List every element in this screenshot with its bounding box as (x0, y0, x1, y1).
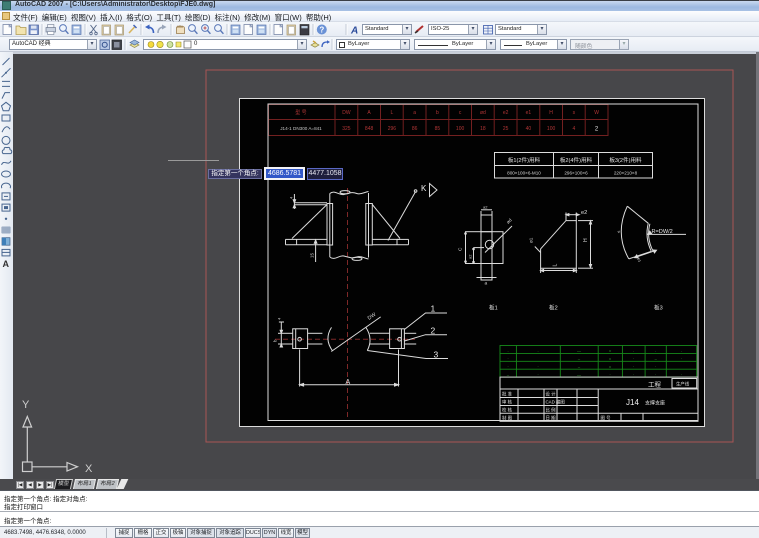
svg-text:K: K (421, 184, 427, 193)
svg-text:b: b (436, 110, 439, 116)
svg-text:1: 1 (431, 304, 436, 314)
svg-text:L: L (391, 110, 394, 116)
svg-text:工程: 工程 (648, 380, 662, 389)
svg-text:800×100×6-M10: 800×100×6-M10 (507, 171, 541, 176)
svg-text:2: 2 (595, 127, 599, 133)
svg-text:—: — (577, 372, 581, 377)
svg-text:J14: J14 (626, 398, 639, 407)
svg-text:18: 18 (480, 126, 486, 132)
svg-text:325: 325 (342, 126, 351, 132)
svg-text:板1: 板1 (489, 304, 498, 312)
svg-text:·: · (633, 372, 634, 377)
svg-text:4: 4 (573, 126, 576, 132)
svg-text:15: 15 (310, 253, 315, 258)
svg-text:ød: ød (505, 217, 513, 225)
svg-text:848: 848 (365, 126, 374, 132)
svg-text:S: S (637, 257, 641, 263)
svg-text:制 图: 制 图 (502, 415, 513, 422)
svg-text:·: · (681, 348, 682, 353)
svg-text:板3: 板3 (654, 304, 663, 312)
svg-text:–: – (578, 364, 581, 369)
svg-text:296×100×6: 296×100×6 (564, 171, 588, 176)
svg-text:支撑支座: 支撑支座 (645, 400, 665, 407)
svg-text:板2(4件)用料: 板2(4件)用料 (560, 156, 593, 164)
svg-text:=: = (609, 348, 612, 353)
svg-text:H: H (549, 110, 553, 116)
svg-text:=: = (609, 364, 612, 369)
svg-text:型 号: 型 号 (295, 109, 306, 116)
svg-text:–: – (578, 356, 581, 361)
svg-text:–: – (655, 356, 658, 361)
svg-text:·: · (633, 348, 634, 353)
svg-text:e2: e2 (503, 110, 509, 116)
svg-text:100: 100 (547, 126, 556, 132)
svg-text:·: · (507, 356, 508, 361)
svg-text:·: · (507, 364, 508, 369)
svg-text:·: · (633, 356, 634, 361)
svg-text:·: · (655, 348, 656, 353)
svg-text:J14-1 DN300 A=841: J14-1 DN300 A=841 (280, 126, 322, 131)
svg-text:ød: ød (480, 110, 486, 116)
svg-text:2: 2 (431, 326, 436, 336)
svg-text:·: · (655, 372, 656, 377)
svg-text:85: 85 (435, 126, 441, 132)
svg-text:a: a (413, 110, 416, 116)
svg-text:X: X (85, 463, 93, 475)
svg-text:c: c (459, 110, 462, 116)
svg-text:·: · (681, 356, 682, 361)
svg-text:296: 296 (388, 126, 397, 132)
svg-text:4: 4 (289, 196, 294, 199)
svg-text:a: a (485, 282, 488, 287)
svg-text:4: 4 (277, 317, 282, 320)
svg-text:=: = (609, 356, 612, 361)
svg-text:·: · (655, 364, 656, 369)
svg-text:DW: DW (342, 110, 351, 116)
svg-text:ø1: ø1 (529, 237, 534, 243)
svg-text:40: 40 (526, 126, 532, 132)
svg-text:3: 3 (434, 350, 439, 360)
svg-text:a2: a2 (468, 254, 473, 259)
svg-text:·: · (609, 372, 610, 377)
svg-text:生产线: 生产线 (676, 381, 690, 388)
svg-text:·: · (633, 364, 634, 369)
svg-text:·: · (681, 372, 682, 377)
svg-text:100: 100 (456, 126, 465, 132)
svg-text:·: · (507, 348, 508, 353)
svg-text:220×210×8: 220×210×8 (614, 171, 638, 176)
svg-text:批 准: 批 准 (502, 391, 513, 398)
svg-text:H: H (583, 238, 589, 242)
svg-text:·: · (537, 372, 538, 377)
svg-text:审 核: 审 核 (502, 399, 513, 406)
svg-text:C: C (458, 247, 464, 251)
svg-text:86: 86 (412, 126, 418, 132)
svg-text:A: A (346, 379, 351, 386)
svg-text:设 计: 设 计 (546, 391, 557, 398)
svg-text:·: · (537, 348, 538, 353)
svg-text:板3(2件)用料: 板3(2件)用料 (609, 156, 642, 164)
svg-text:a2: a2 (483, 205, 488, 210)
svg-text:R=DW/2: R=DW/2 (652, 229, 673, 235)
svg-text:e1: e1 (526, 110, 532, 116)
svg-text:比 例: 比 例 (546, 407, 557, 414)
svg-text:W: W (594, 110, 599, 116)
svg-text:s: s (573, 110, 576, 116)
svg-text:CAD 编图: CAD 编图 (546, 399, 566, 406)
svg-text:Y: Y (22, 399, 30, 411)
svg-text:e2: e2 (581, 210, 587, 216)
svg-text:—: — (577, 348, 581, 353)
svg-text:·: · (537, 364, 538, 369)
svg-text:板2: 板2 (549, 304, 558, 312)
svg-text:校 核: 校 核 (502, 407, 513, 414)
svg-text:25: 25 (503, 126, 509, 132)
svg-text:–: – (507, 372, 510, 377)
svg-text:A: A (367, 110, 371, 116)
svg-text:L: L (553, 264, 559, 267)
svg-text:板1(2件)用料: 板1(2件)用料 (508, 156, 541, 164)
